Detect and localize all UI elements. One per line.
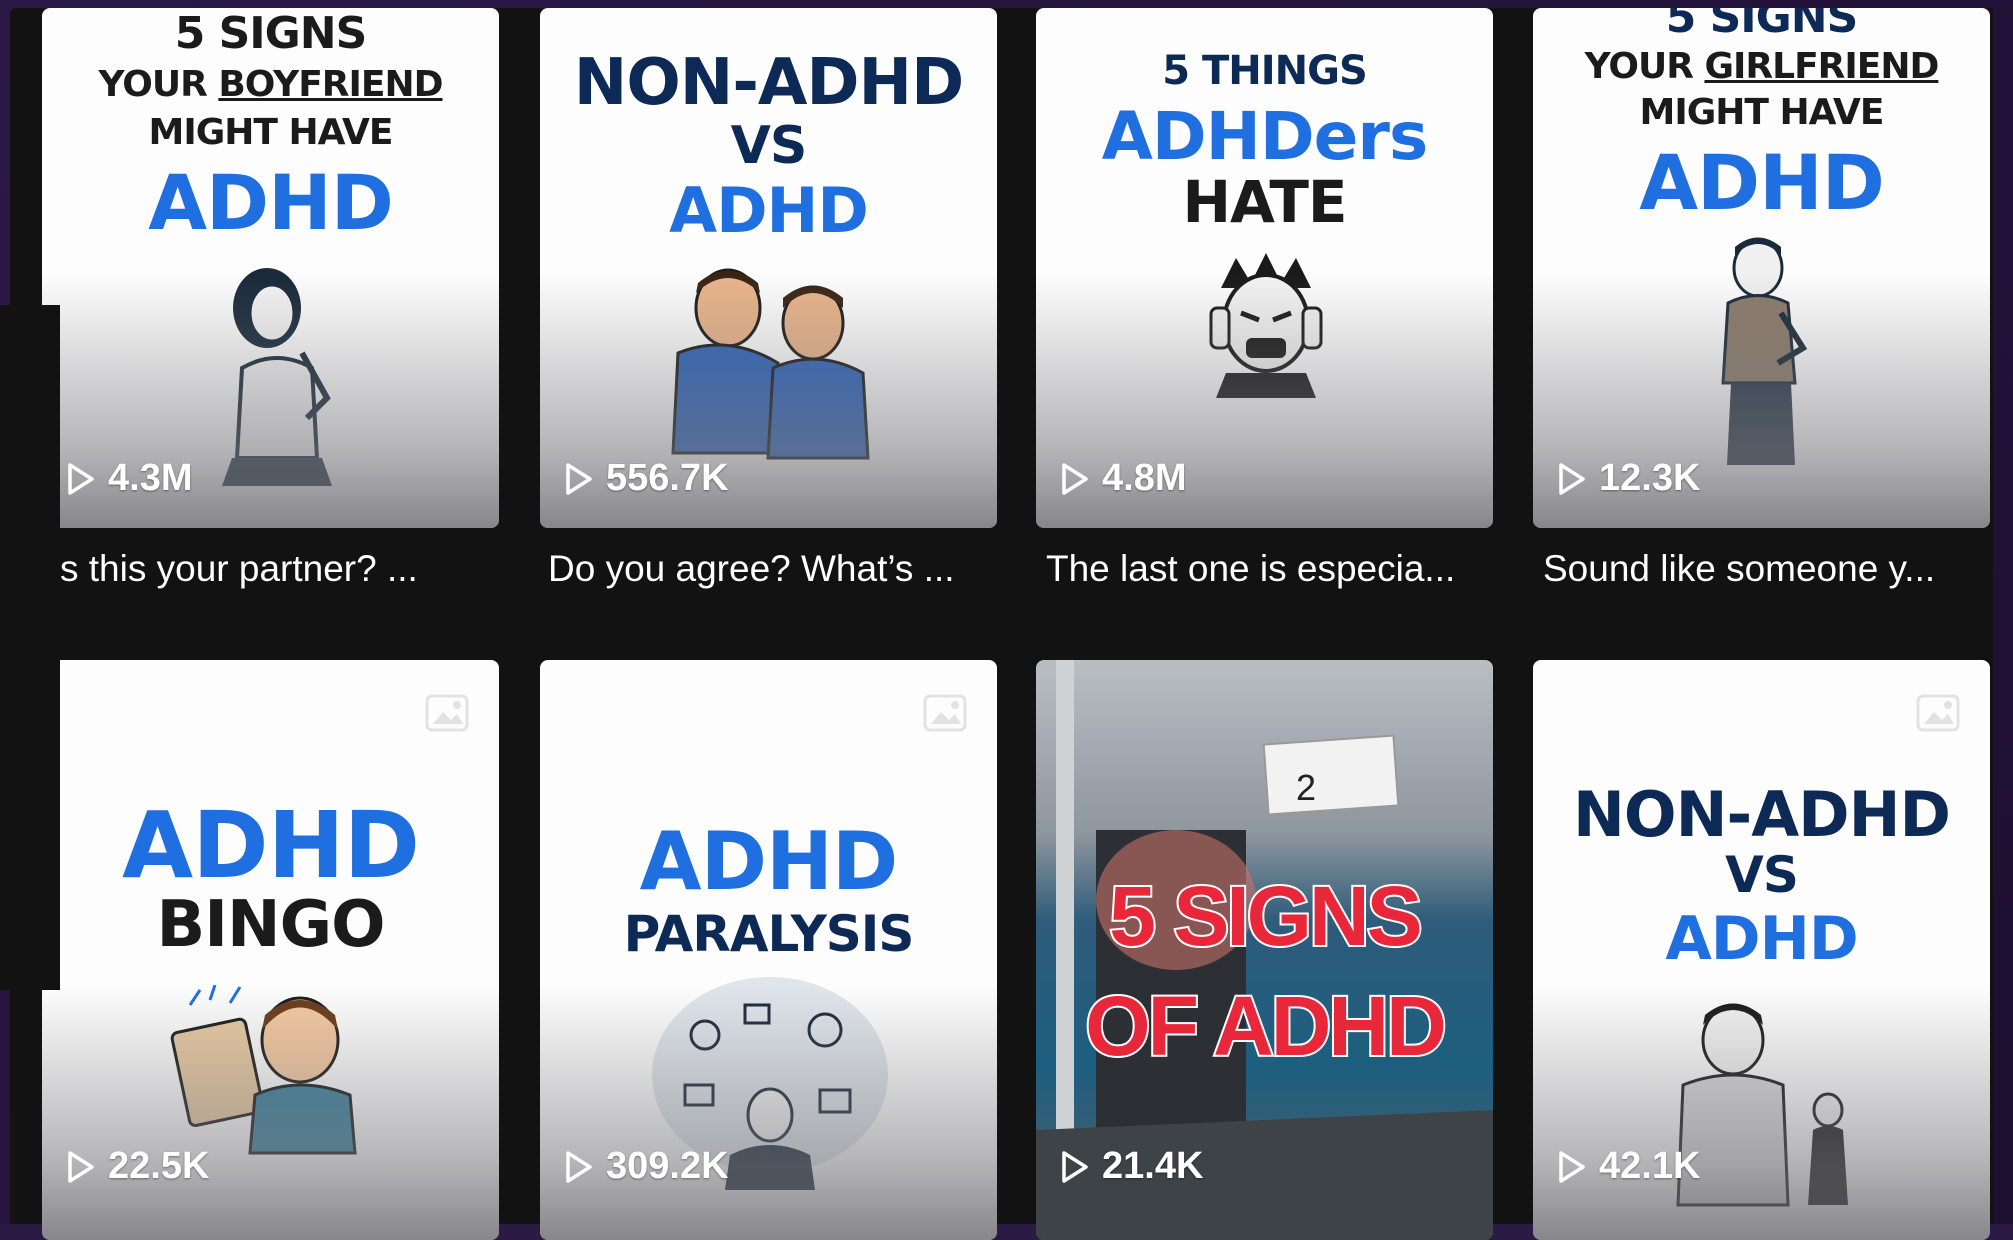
view-count-text: 4.8M bbox=[1102, 457, 1187, 499]
view-count-text: 42.1K bbox=[1599, 1145, 1701, 1187]
card-title-line: ADHD bbox=[1665, 904, 1858, 974]
view-count: 21.4K bbox=[1060, 1145, 1203, 1188]
card-title-line: 5 SIGNS bbox=[174, 8, 368, 59]
card-title-line: 5 SIGNS bbox=[1107, 867, 1424, 965]
card-title-line: YOUR BOYFRIEND bbox=[42, 64, 499, 105]
video-card[interactable]: NON-ADHD VS ADHD 556.7K bbox=[540, 8, 997, 528]
card-title-prefix: YOUR bbox=[98, 64, 219, 105]
view-count: 22.5K bbox=[66, 1145, 209, 1188]
card-title-line: ADHD bbox=[669, 174, 869, 247]
platform-sign-number: 2 bbox=[1296, 767, 1316, 808]
video-card[interactable]: ADHD BINGO 22.5K bbox=[42, 660, 499, 1240]
sidebar-edge bbox=[0, 305, 60, 990]
card-title-line: ADHD bbox=[148, 158, 394, 247]
card-gradient bbox=[1533, 985, 1990, 1240]
play-icon bbox=[566, 1150, 592, 1183]
play-icon bbox=[68, 1150, 94, 1183]
card-title-line: ADHD bbox=[639, 815, 899, 908]
image-post-icon bbox=[923, 694, 967, 732]
card-title-prefix: YOUR bbox=[1584, 46, 1705, 87]
card-title-line: 5 SIGNS bbox=[1665, 8, 1859, 43]
video-card[interactable]: 5 SIGNS YOUR BOYFRIEND MIGHT HAVE ADHD 4… bbox=[42, 8, 499, 528]
card-title-line: ADHDers bbox=[1101, 98, 1428, 175]
card-gradient bbox=[42, 985, 499, 1240]
video-caption[interactable]: Do you agree? What’s ... bbox=[548, 548, 1005, 598]
card-gradient bbox=[540, 985, 997, 1240]
card-title-line: VS bbox=[1725, 846, 1799, 904]
card-title-line: HATE bbox=[1182, 168, 1347, 236]
view-count: 309.2K bbox=[564, 1145, 729, 1188]
video-caption[interactable]: s this your partner? ... bbox=[60, 548, 517, 598]
card-title-line: BINGO bbox=[156, 888, 385, 962]
view-count-text: 4.3M bbox=[108, 457, 193, 499]
play-icon bbox=[1559, 1150, 1585, 1183]
card-title-underlined: GIRLFRIEND bbox=[1704, 46, 1939, 87]
image-post-icon bbox=[1916, 694, 1960, 732]
view-count-text: 12.3K bbox=[1599, 457, 1701, 499]
play-icon bbox=[1062, 462, 1088, 495]
play-icon bbox=[566, 462, 592, 495]
view-count: 4.8M bbox=[1060, 457, 1186, 500]
card-title-line: VS bbox=[730, 116, 808, 176]
card-title-line: ADHD bbox=[122, 792, 420, 899]
video-grid: 5 SIGNS YOUR BOYFRIEND MIGHT HAVE ADHD 4… bbox=[0, 0, 2013, 1240]
play-icon bbox=[68, 462, 94, 495]
view-count-text: 309.2K bbox=[606, 1145, 729, 1187]
card-title-line: MIGHT HAVE bbox=[148, 112, 394, 153]
play-icon bbox=[1062, 1150, 1088, 1183]
video-card[interactable]: 5 SIGNS YOUR GIRLFRIEND MIGHT HAVE ADHD … bbox=[1533, 8, 1990, 528]
card-title-line: ADHD bbox=[1639, 138, 1885, 227]
card-title-line: 5 THINGS bbox=[1162, 48, 1368, 94]
card-title-underlined: BOYFRIEND bbox=[218, 64, 443, 105]
view-count: 42.1K bbox=[1557, 1145, 1700, 1188]
video-card[interactable]: ADHD PARALYSIS 309.2K bbox=[540, 660, 997, 1240]
view-count-text: 21.4K bbox=[1102, 1145, 1204, 1187]
card-title-line: PARALYSIS bbox=[623, 905, 915, 963]
video-caption[interactable]: Sound like someone y... bbox=[1543, 548, 2000, 598]
view-count: 4.3M bbox=[66, 457, 192, 500]
card-title-line: NON-ADHD bbox=[1572, 778, 1951, 851]
view-count: 556.7K bbox=[564, 457, 729, 500]
view-count-text: 556.7K bbox=[606, 457, 729, 499]
video-card[interactable]: 2 5 SIGNS OF ADHD 21.4K bbox=[1036, 660, 1493, 1240]
card-title-line: YOUR GIRLFRIEND bbox=[1533, 46, 1990, 87]
card-title-line: NON-ADHD bbox=[573, 46, 964, 120]
video-card[interactable]: NON-ADHD VS ADHD 42.1K bbox=[1533, 660, 1990, 1240]
image-post-icon bbox=[425, 694, 469, 732]
view-count: 12.3K bbox=[1557, 457, 1700, 500]
play-icon bbox=[1559, 462, 1585, 495]
card-title-line: MIGHT HAVE bbox=[1639, 92, 1885, 133]
view-count-text: 22.5K bbox=[108, 1145, 210, 1187]
video-caption[interactable]: The last one is especia... bbox=[1046, 548, 1503, 598]
video-card[interactable]: 5 THINGS ADHDers HATE 4.8M bbox=[1036, 8, 1493, 528]
card-title-line: OF ADHD bbox=[1083, 977, 1449, 1075]
